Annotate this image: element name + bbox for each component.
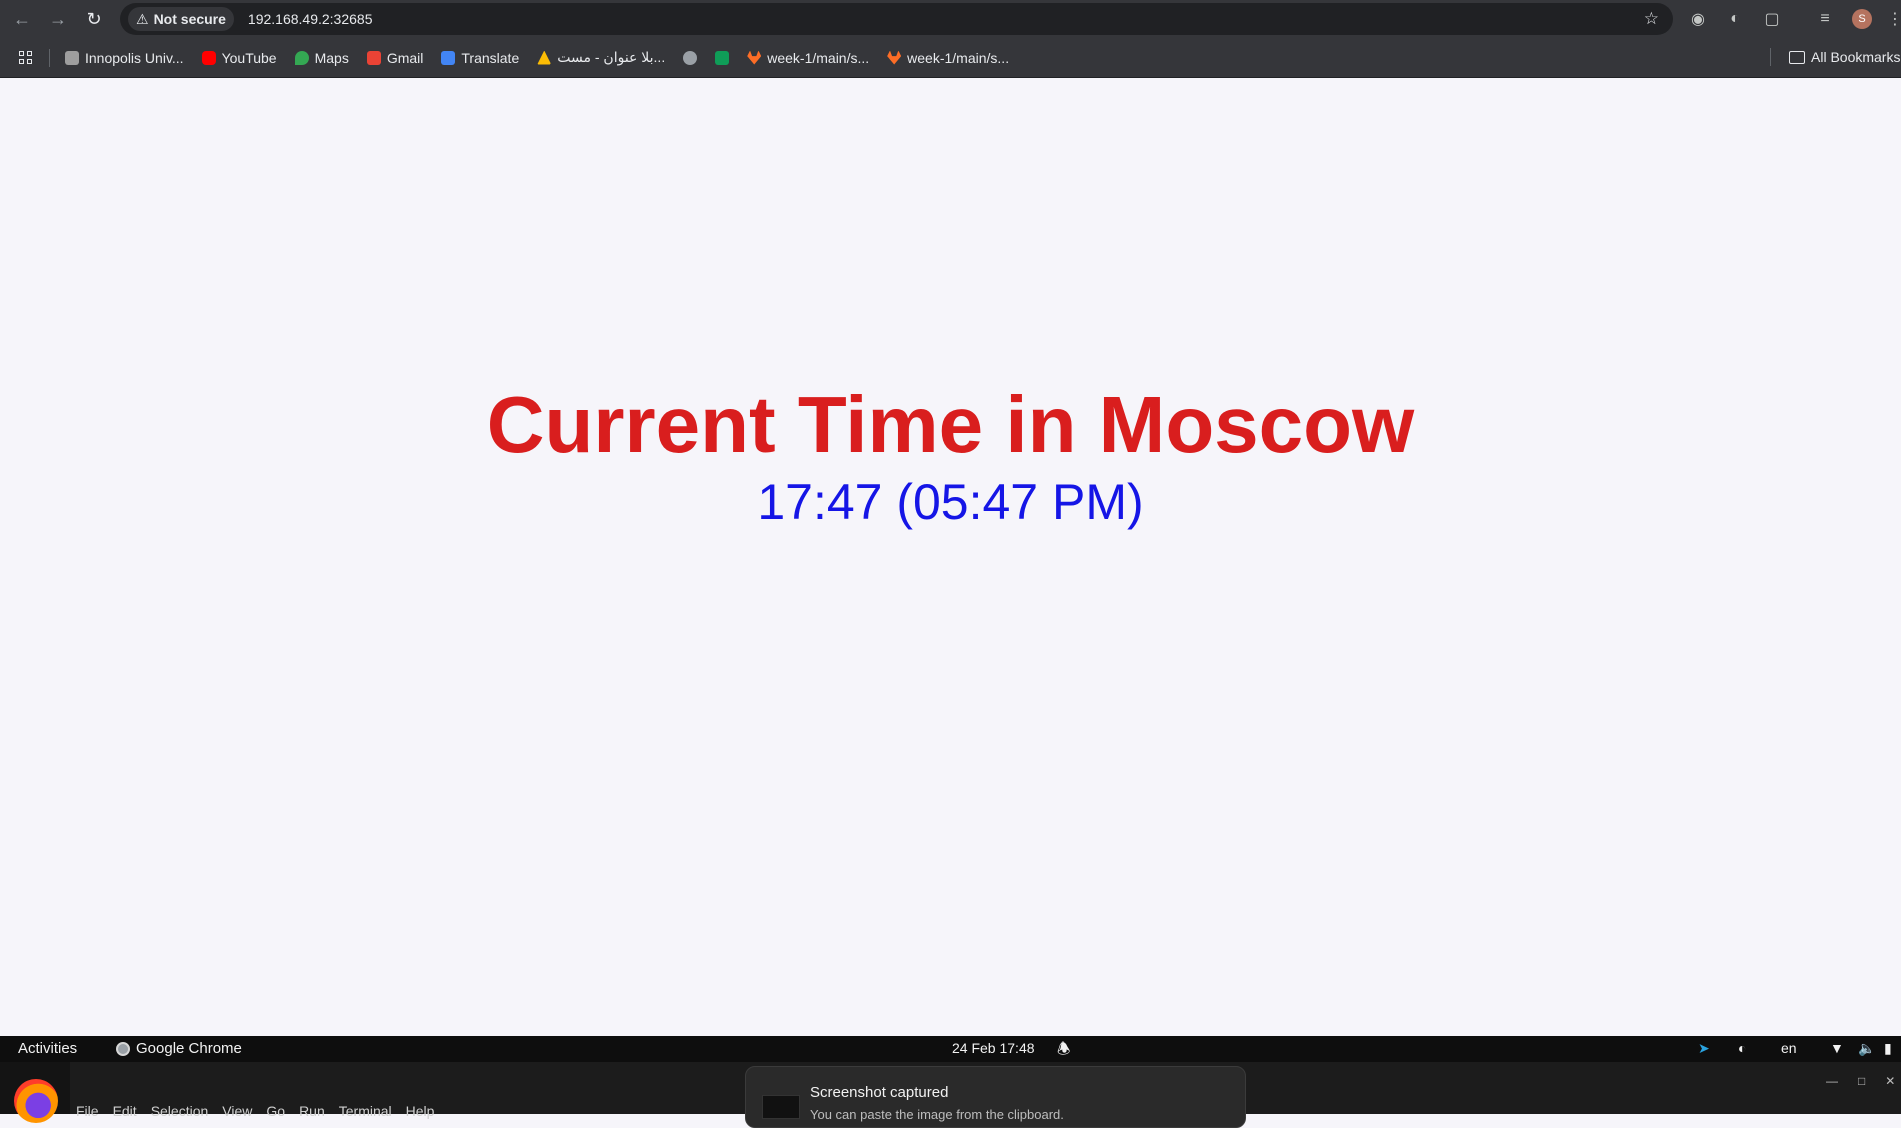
bookmark-label: بلا عنوان - مست... bbox=[557, 49, 666, 65]
notification-subtitle: You can paste the image from the clipboa… bbox=[810, 1107, 1064, 1122]
activities-button[interactable]: Activities bbox=[18, 1040, 77, 1057]
menu-kebab-icon[interactable]: ⋮ bbox=[1885, 9, 1901, 29]
drive-icon bbox=[537, 50, 552, 65]
screenshot-thumbnail bbox=[762, 1095, 800, 1119]
volume-icon[interactable]: 🔈 bbox=[1858, 1040, 1875, 1057]
bookmark-gmail[interactable]: Gmail bbox=[358, 44, 433, 72]
bookmark-label: Gmail bbox=[386, 49, 424, 66]
bookmark-gitlab-1[interactable]: week-1/main/s... bbox=[738, 44, 878, 72]
night-light-icon[interactable]: ◐ bbox=[1738, 1040, 1746, 1056]
telegram-icon[interactable]: ➤ bbox=[1698, 1040, 1710, 1057]
screenshot-extension-icon[interactable]: ◉ bbox=[1688, 9, 1708, 29]
active-app-name: Google Chrome bbox=[136, 1040, 242, 1057]
bookmark-translate[interactable]: Translate bbox=[432, 44, 528, 72]
keyboard-language[interactable]: en bbox=[1781, 1040, 1797, 1056]
menu-go[interactable]: Go bbox=[266, 1103, 285, 1119]
editor-menu-bar: File Edit Selection View Go Run Terminal… bbox=[76, 1103, 434, 1119]
extensions-puzzle-icon[interactable]: ▢ bbox=[1762, 9, 1782, 29]
reload-icon[interactable]: ↻ bbox=[76, 1, 112, 37]
maps-pin-icon bbox=[294, 50, 309, 65]
active-app-indicator[interactable]: Google Chrome bbox=[116, 1040, 242, 1057]
dock bbox=[0, 1062, 70, 1123]
wifi-icon[interactable]: ▼ bbox=[1830, 1040, 1844, 1056]
folder-icon bbox=[1789, 50, 1805, 64]
youtube-icon bbox=[201, 50, 216, 65]
bookmark-drive-doc[interactable]: بلا عنوان - مست... bbox=[528, 44, 674, 72]
menu-file[interactable]: File bbox=[76, 1103, 99, 1119]
page-viewport bbox=[0, 78, 1901, 1036]
bookmark-label: week-1/main/s... bbox=[907, 49, 1010, 66]
minimize-icon[interactable]: — bbox=[1826, 1074, 1838, 1088]
extension-circle-icon[interactable]: ◐ bbox=[1725, 9, 1745, 29]
maximize-icon[interactable]: □ bbox=[1858, 1074, 1865, 1088]
divider bbox=[49, 48, 50, 67]
security-indicator[interactable]: ⚠ Not secure bbox=[128, 7, 234, 31]
system-clock[interactable]: 24 Feb 17:48 bbox=[952, 1040, 1035, 1056]
bookmark-maps[interactable]: Maps bbox=[286, 44, 358, 72]
notification-title: Screenshot captured bbox=[810, 1084, 949, 1101]
notification-bell-icon[interactable]: 🕭 bbox=[1057, 1039, 1070, 1064]
battery-icon[interactable]: ▮ bbox=[1884, 1040, 1892, 1057]
address-bar[interactable]: ⚠ Not secure 192.168.49.2:32685 ☆ bbox=[120, 3, 1673, 35]
sheets-icon bbox=[715, 50, 730, 65]
innopolis-icon bbox=[65, 50, 79, 65]
bookmark-youtube[interactable]: YouTube bbox=[193, 44, 286, 72]
chrome-icon bbox=[116, 1041, 130, 1056]
bookmark-label: Maps bbox=[314, 49, 349, 66]
profile-avatar[interactable]: S bbox=[1852, 9, 1872, 29]
menu-selection[interactable]: Selection bbox=[151, 1103, 209, 1119]
bookmark-globe[interactable] bbox=[674, 44, 706, 72]
screenshot-notification[interactable]: Screenshot captured You can paste the im… bbox=[745, 1066, 1246, 1128]
bookmark-innopolis[interactable]: Innopolis Univ... bbox=[56, 44, 193, 72]
moscow-time-display: 17:47 (05:47 PM) bbox=[757, 474, 1144, 530]
window-controls: — □ ✕ bbox=[1826, 1074, 1895, 1088]
menu-edit[interactable]: Edit bbox=[113, 1103, 137, 1119]
bookmark-gitlab-2[interactable]: week-1/main/s... bbox=[878, 44, 1018, 72]
back-icon[interactable]: ← bbox=[4, 1, 40, 37]
page-heading: Current Time in Moscow bbox=[486, 380, 1415, 469]
menu-help[interactable]: Help bbox=[406, 1103, 435, 1119]
bookmark-star-icon[interactable]: ☆ bbox=[1644, 9, 1659, 29]
bookmark-label: Translate bbox=[461, 49, 520, 66]
menu-view[interactable]: View bbox=[222, 1103, 252, 1119]
bookmark-label: YouTube bbox=[221, 49, 277, 66]
menu-terminal[interactable]: Terminal bbox=[339, 1103, 392, 1119]
divider bbox=[1770, 48, 1771, 66]
warning-icon: ⚠ bbox=[136, 10, 149, 27]
media-queue-icon[interactable]: ≡ bbox=[1815, 9, 1835, 29]
bookmarks-bar: Innopolis Univ... YouTube Maps Gmail Tra… bbox=[0, 38, 1901, 78]
firefox-icon[interactable] bbox=[14, 1079, 58, 1123]
translate-icon bbox=[441, 50, 456, 65]
security-label: Not secure bbox=[153, 11, 226, 27]
apps-grid-icon[interactable] bbox=[19, 50, 33, 65]
all-bookmarks-label: All Bookmarks bbox=[1811, 49, 1901, 65]
menu-run[interactable]: Run bbox=[299, 1103, 325, 1119]
all-bookmarks-button[interactable]: All Bookmarks bbox=[1780, 43, 1901, 71]
forward-icon[interactable]: → bbox=[40, 1, 76, 37]
gitlab-icon bbox=[887, 50, 902, 65]
bookmark-label: week-1/main/s... bbox=[767, 49, 870, 66]
url-text[interactable]: 192.168.49.2:32685 bbox=[248, 11, 373, 27]
globe-icon bbox=[683, 50, 698, 65]
close-icon[interactable]: ✕ bbox=[1885, 1074, 1895, 1088]
browser-toolbar: ← → ↻ ⚠ Not secure 192.168.49.2:32685 ☆ … bbox=[0, 0, 1901, 38]
bookmark-sheets[interactable] bbox=[706, 44, 738, 72]
gitlab-icon bbox=[747, 50, 762, 65]
gmail-icon bbox=[366, 50, 381, 65]
bookmark-label: Innopolis Univ... bbox=[85, 49, 184, 66]
system-top-bar: Activities Google Chrome 24 Feb 17:48 🕭 … bbox=[0, 1036, 1901, 1062]
